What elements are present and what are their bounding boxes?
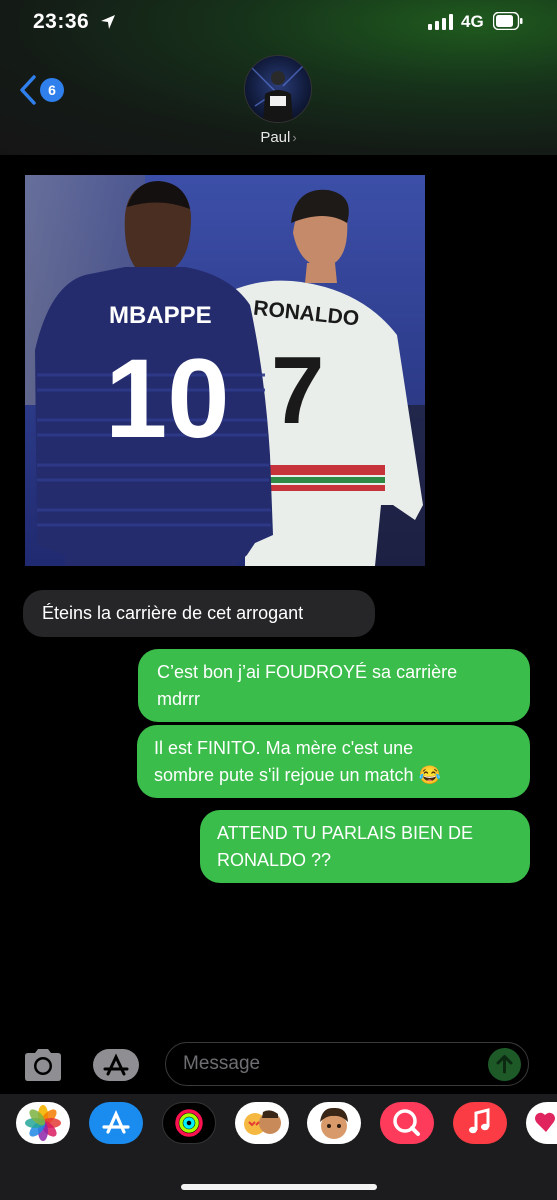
unread-count-badge: 6 <box>40 78 64 102</box>
photo-message[interactable]: RONALDO 7 MBAPPE 10 <box>25 175 425 566</box>
message-line: RONALDO ?? <box>217 850 332 870</box>
app-store-button-icon[interactable] <box>92 1047 142 1083</box>
sent-message[interactable]: Il est FINITO. Ma mère c'est une sombre … <box>137 725 530 798</box>
message-line: C’est bon j’ai FOUDROYÉ sa carrière <box>157 662 458 682</box>
left-jersey-name: MBAPPE <box>109 302 212 329</box>
battery-icon <box>493 12 523 30</box>
left-jersey-number: 10 <box>105 336 230 461</box>
back-button[interactable]: 6 <box>18 72 68 108</box>
memoji-icon[interactable] <box>307 1102 361 1144</box>
message-text: Éteins la carrière de cet arrogant <box>42 603 304 623</box>
sent-message[interactable]: ATTEND TU PARLAIS BIEN DE RONALDO ?? <box>200 810 530 883</box>
music-icon[interactable] <box>453 1102 507 1144</box>
contact-name: Paul <box>260 129 291 146</box>
message-placeholder: Message <box>183 1053 261 1074</box>
activity-icon[interactable] <box>162 1102 216 1144</box>
football-photo: RONALDO 7 MBAPPE 10 <box>25 175 425 566</box>
message-input[interactable]: Message <box>165 1042 529 1086</box>
right-jersey-number: 7 <box>271 337 324 444</box>
contact-name-button[interactable]: Paul › <box>0 129 557 146</box>
message-line: ATTEND TU PARLAIS BIEN DE <box>217 823 474 843</box>
send-button[interactable] <box>488 1048 521 1081</box>
cellular-signal-icon <box>428 14 453 30</box>
chevron-left-icon <box>20 75 36 105</box>
sent-message[interactable]: C’est bon j’ai FOUDROYÉ sa carrière mdrr… <box>138 649 530 722</box>
camera-icon[interactable] <box>21 1047 65 1083</box>
status-bar: 23:36 4G <box>0 0 557 46</box>
images-search-icon[interactable] <box>380 1102 434 1144</box>
status-time: 23:36 <box>33 10 90 33</box>
network-type: 4G <box>461 12 484 31</box>
app-store-icon[interactable] <box>89 1102 143 1144</box>
memoji-stickers-icon[interactable] <box>235 1102 289 1144</box>
arrow-up-icon <box>496 1055 513 1074</box>
message-line: Il est FINITO. Ma mère c'est une <box>154 738 414 758</box>
message-line: mdrrr <box>157 689 200 709</box>
received-message[interactable]: Éteins la carrière de cet arrogant <box>23 590 375 637</box>
contact-avatar[interactable] <box>244 55 312 123</box>
location-arrow-icon <box>101 15 115 29</box>
home-indicator[interactable] <box>181 1184 377 1190</box>
photos-icon[interactable] <box>16 1102 70 1144</box>
message-line: sombre pute s'il rejoue un match 😂 <box>154 765 441 785</box>
chevron-right-icon: › <box>292 130 297 145</box>
avatar-photo <box>249 63 306 122</box>
conversation-header: 23:36 4G 6 Paul › <box>0 0 557 155</box>
